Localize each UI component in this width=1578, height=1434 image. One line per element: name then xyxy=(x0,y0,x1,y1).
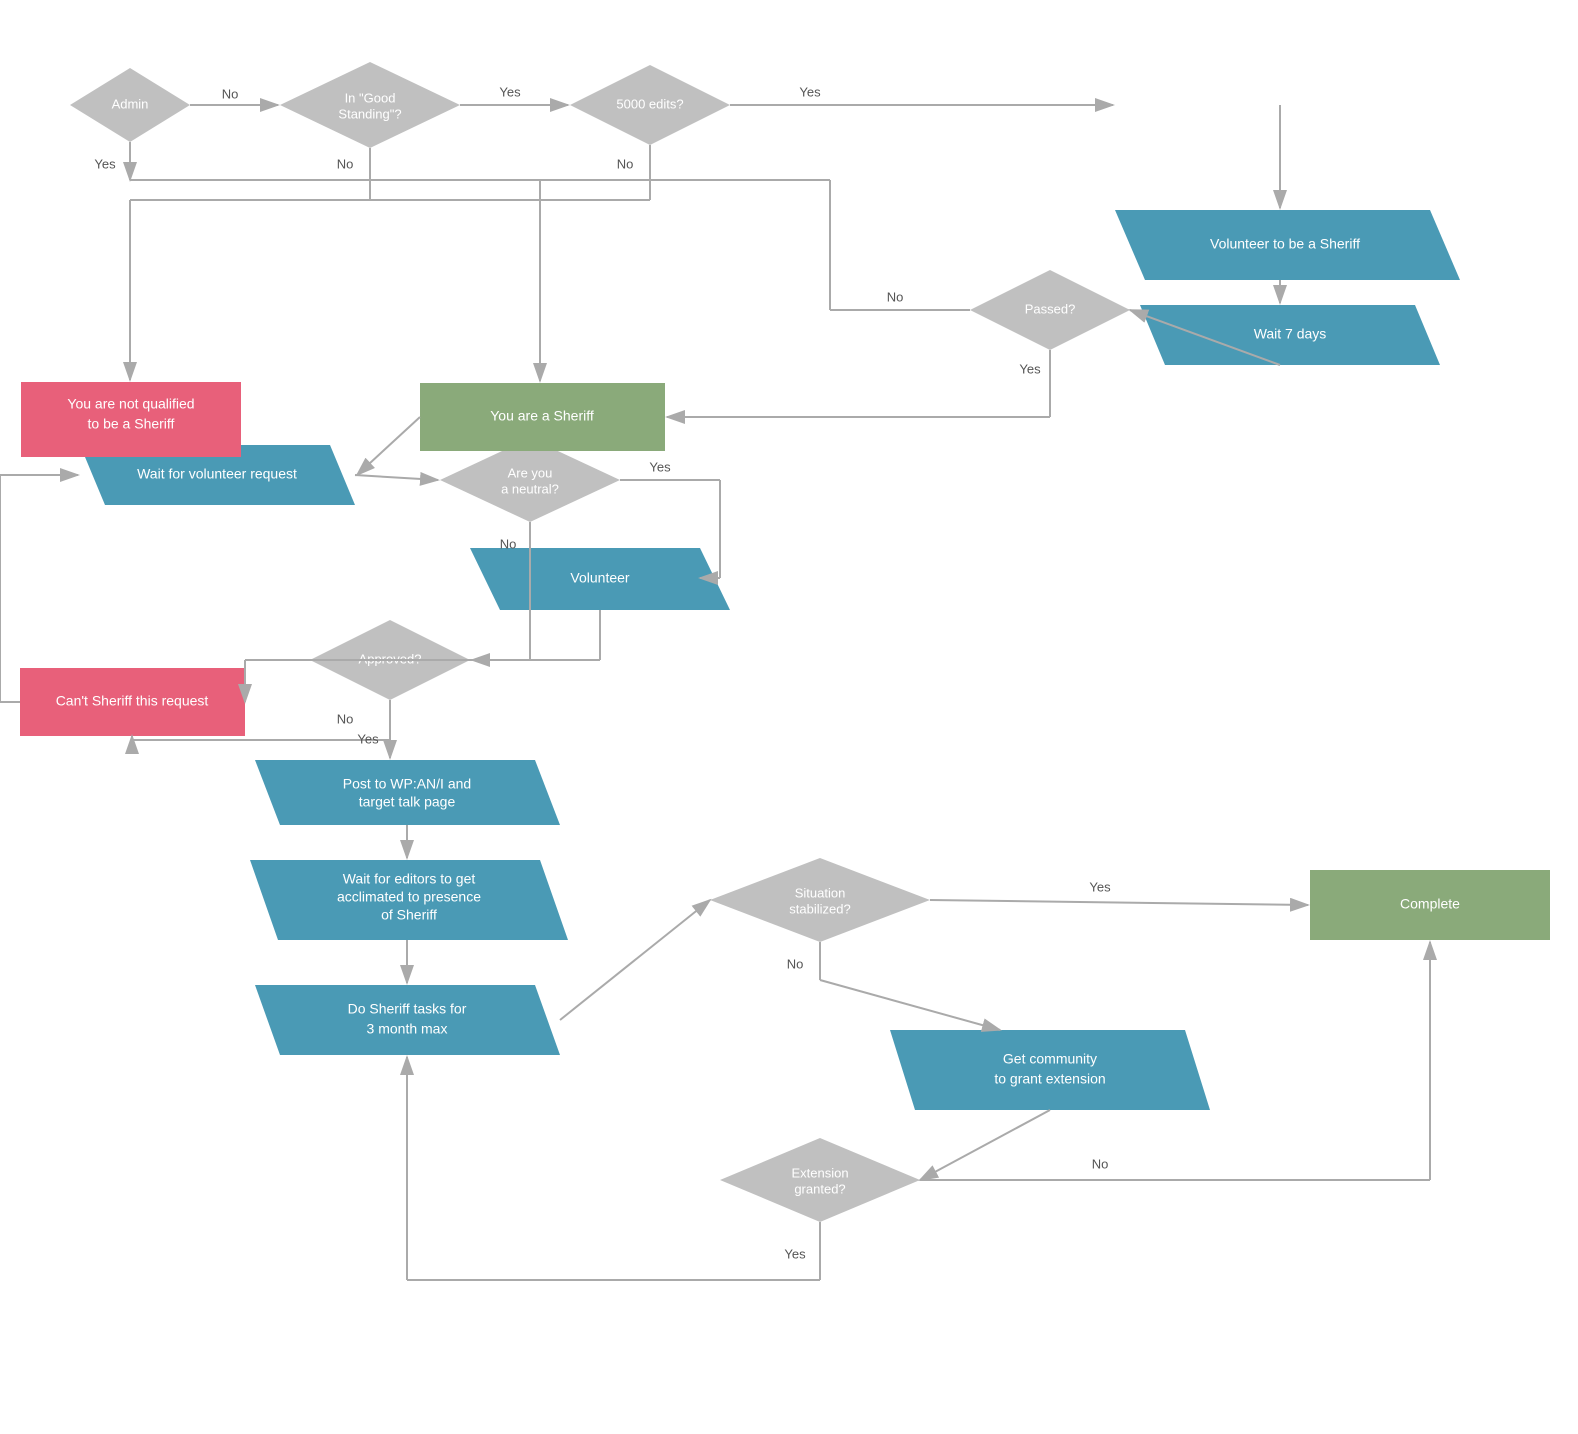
label-gs-no: No xyxy=(337,156,354,171)
label-ext-yes: Yes xyxy=(784,1246,806,1261)
label-situation-yes: Yes xyxy=(1089,879,1111,894)
admin-label: Admin xyxy=(112,96,149,111)
edits-label: 5000 edits? xyxy=(616,96,683,111)
wait-editors-text3: of Sheriff xyxy=(381,907,437,923)
label-edits-no: No xyxy=(617,156,634,171)
label-approved-yes: Yes xyxy=(357,731,379,746)
approved-label: Approved? xyxy=(359,651,422,666)
label-ext-no: No xyxy=(1092,1156,1109,1171)
neutral-label2: a neutral? xyxy=(501,481,559,496)
label-edits-yes: Yes xyxy=(799,84,821,99)
label-gs-yes: Yes xyxy=(499,84,521,99)
do-sheriff-text2: 3 month max xyxy=(367,1021,448,1037)
wait-editors-text: Wait for editors to get xyxy=(343,871,476,887)
wait-editors-text2: acclimated to presence xyxy=(337,889,481,905)
neutral-label: Are you xyxy=(508,465,553,480)
good-standing-label: In "Good xyxy=(345,90,396,105)
cant-sheriff-text: Can't Sheriff this request xyxy=(56,693,209,709)
post-wp-text2: target talk page xyxy=(359,794,456,810)
you-are-sheriff-text: You are a Sheriff xyxy=(490,408,594,424)
not-qualified-text2: to be a Sheriff xyxy=(88,416,175,432)
get-community-text: Get community xyxy=(1003,1051,1097,1067)
label-passed-no: No xyxy=(887,289,904,304)
label-passed-yes: Yes xyxy=(1019,361,1041,376)
post-wp-text: Post to WP:AN/I and xyxy=(343,776,471,792)
label-approved-no: No xyxy=(337,711,354,726)
label-neutral-yes: Yes xyxy=(649,459,671,474)
do-sheriff-text: Do Sheriff tasks for xyxy=(348,1001,467,1017)
volunteer-sheriff-text: Volunteer to be a Sheriff xyxy=(1210,236,1360,252)
label-admin-yes: Yes xyxy=(94,156,116,171)
wait7-text: Wait 7 days xyxy=(1254,326,1327,342)
complete-text: Complete xyxy=(1400,896,1460,912)
label-neutral-no: No xyxy=(500,536,517,551)
not-qualified-text: You are not qualified xyxy=(67,396,194,412)
extension-label: Extension xyxy=(791,1165,848,1180)
extension-label2: granted? xyxy=(794,1181,845,1196)
volunteer-action-text: Volunteer xyxy=(570,570,629,586)
situation-label2: stabilized? xyxy=(789,901,850,916)
passed-label: Passed? xyxy=(1025,301,1076,316)
post-wp-node xyxy=(255,760,560,825)
label-admin-no: No xyxy=(222,86,239,101)
wait-volunteer-text: Wait for volunteer request xyxy=(137,466,297,482)
good-standing-label2: Standing"? xyxy=(338,106,401,121)
label-situation-no: No xyxy=(787,956,804,971)
situation-label: Situation xyxy=(795,885,846,900)
get-community-text2: to grant extension xyxy=(994,1071,1105,1087)
